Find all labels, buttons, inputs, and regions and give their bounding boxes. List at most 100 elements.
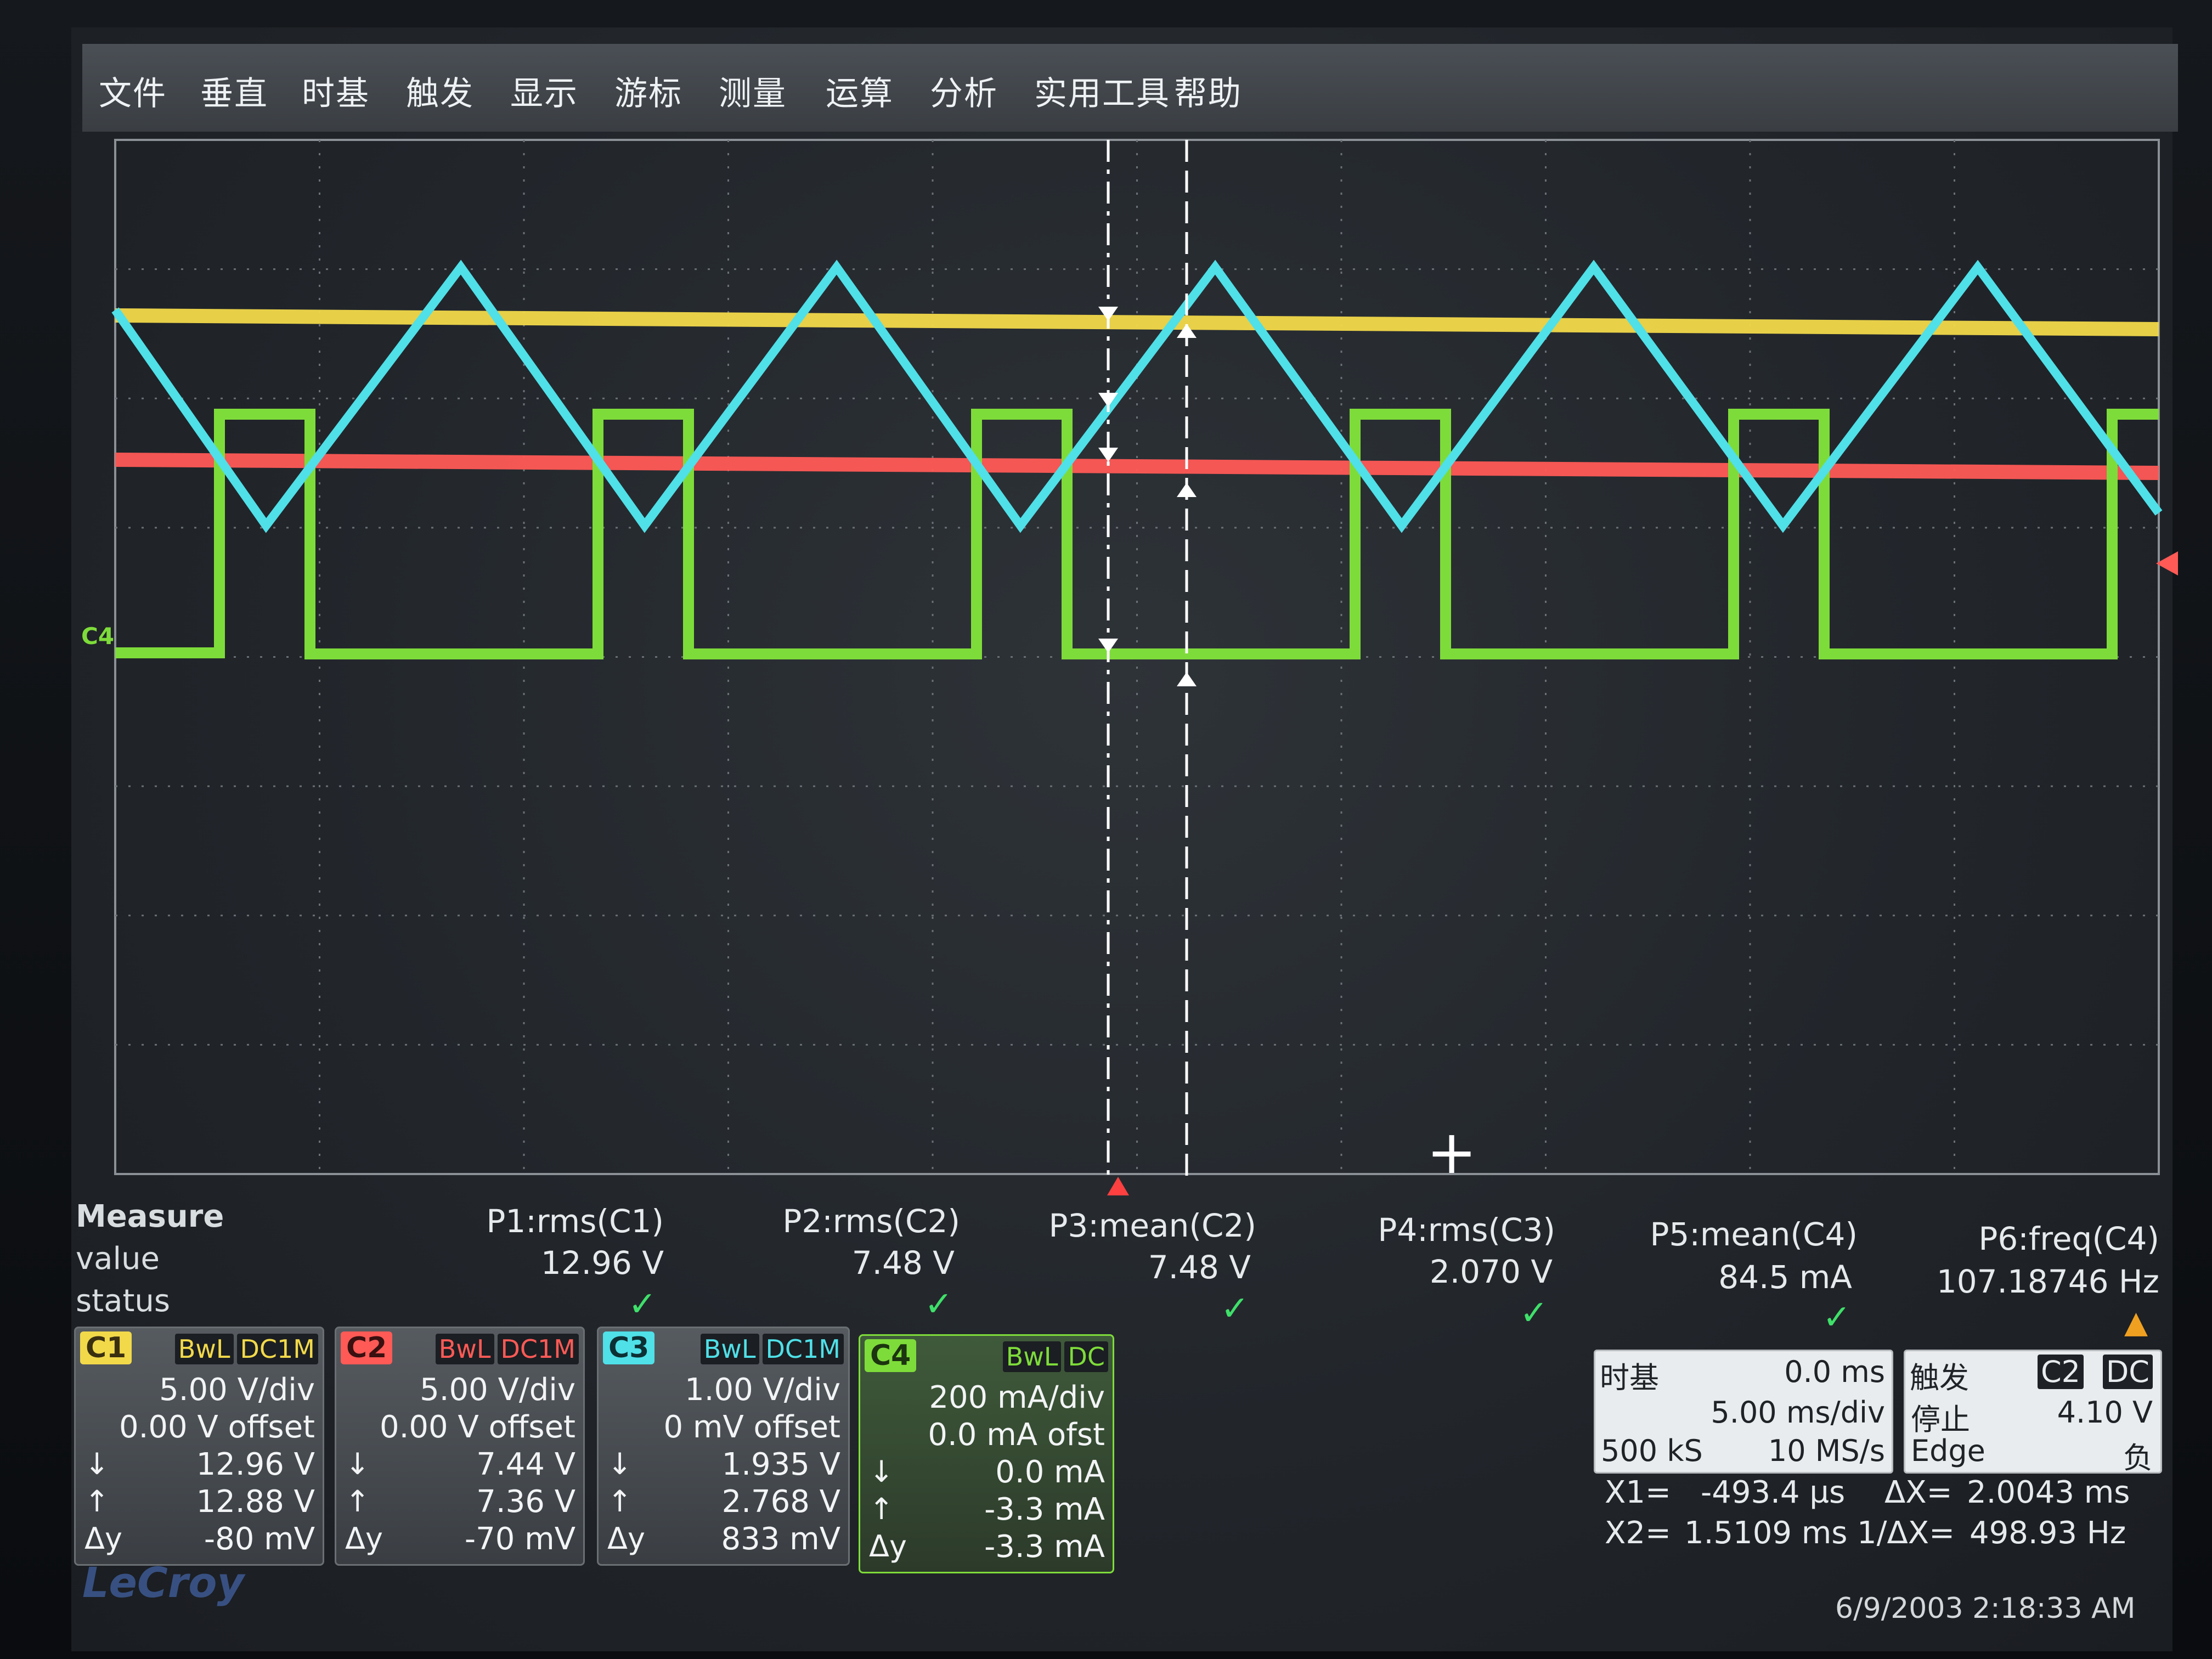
c1-cursor-down: 12.96 V [196, 1447, 315, 1482]
p5-name[interactable]: P5:mean(C4) [1650, 1216, 1858, 1253]
c2-scale: 5.00 V/div [420, 1372, 575, 1408]
cursor-x2-label: X2= [1605, 1515, 1671, 1551]
p1-name[interactable]: P1:rms(C1) [486, 1203, 664, 1240]
p6-name[interactable]: P6:freq(C4) [1978, 1220, 2159, 1257]
cursor-dx-label: ΔX= [1884, 1475, 1953, 1510]
timebase-rate: 10 MS/s [1768, 1434, 1885, 1468]
trigger-box[interactable]: 触发 C2 DC 停止 4.10 V Edge 负 [1904, 1350, 2162, 1475]
c4-cursor-down: 0.0 mA [995, 1454, 1105, 1490]
measure-title[interactable]: Measure [76, 1199, 224, 1234]
c1-offset: 0.00 V offset [119, 1409, 315, 1445]
c1-cursor-dy: -80 mV [204, 1521, 315, 1557]
timebase-samples: 500 kS [1601, 1434, 1703, 1468]
date-time: 6/9/2003 2:18:33 AM [1835, 1592, 2136, 1625]
c1-cursor-up: 12.88 V [196, 1484, 315, 1520]
trigger-level: 4.10 V [2057, 1395, 2153, 1430]
timebase-scale: 5.00 ms/div [1711, 1395, 1885, 1430]
trace-c2 [115, 453, 2159, 480]
c2-tag: C2 [341, 1331, 393, 1364]
c2-offset: 0.00 V offset [379, 1409, 575, 1445]
timebase-box[interactable]: 时基 0.0 ms 5.00 ms/div 500 kS 10 MS/s [1594, 1350, 1893, 1474]
c3-up-symbol: ↑ [607, 1484, 633, 1519]
c4-scale: 200 mA/div [929, 1380, 1105, 1415]
measure-value-label: value [76, 1241, 160, 1277]
c4-up-symbol: ↑ [869, 1492, 894, 1526]
c2-cursor-up: 7.36 V [476, 1484, 575, 1520]
c2-up-symbol: ↑ [345, 1484, 370, 1519]
p4-name[interactable]: P4:rms(C3) [1378, 1211, 1555, 1249]
c4-tag: C4 [865, 1339, 917, 1372]
timebase-title: 时基 [1600, 1361, 1659, 1395]
trace-c3 [111, 259, 2163, 533]
p1-value: 12.96 V [540, 1244, 664, 1282]
c2-cursor-dy: -70 mV [464, 1521, 575, 1557]
cursor-dx-value: 2.0043 ms [1967, 1475, 2130, 1510]
cursor-lines[interactable] [1098, 140, 1197, 1180]
c1-bw: BwL [174, 1334, 234, 1364]
c1-coupling: DC1M [236, 1334, 318, 1364]
crosshair-icon[interactable]: + [1426, 1122, 1477, 1182]
c2-level-marker [2156, 551, 2178, 575]
p4-ok-icon: ✓ [1520, 1293, 1548, 1333]
c4-dy-symbol: Δy [869, 1529, 907, 1564]
trigger-position-marker [1107, 1177, 1129, 1195]
c3-cursor-dy: 833 mV [721, 1521, 840, 1557]
trigger-source: C2 [2037, 1355, 2084, 1389]
c4-down-symbol: ↓ [869, 1454, 894, 1489]
c1-down-symbol: ↓ [84, 1447, 110, 1481]
c2-cursor-down: 7.44 V [476, 1447, 575, 1482]
channel-c1-box[interactable]: C1 BwL DC1M 5.00 V/div 0.00 V offset ↓ 12… [74, 1327, 324, 1566]
timebase-delay: 0.0 ms [1784, 1355, 1885, 1389]
p3-ok-icon: ✓ [1221, 1288, 1249, 1328]
p6-warning-icon: ▲ [2124, 1305, 2148, 1340]
cursor-inv-label: 1/ΔX= [1857, 1515, 1955, 1551]
p5-value: 84.5 mA [1718, 1259, 1852, 1296]
c2-dy-symbol: Δy [345, 1521, 383, 1556]
c2-coupling: DC1M [497, 1334, 579, 1364]
c3-tag: C3 [603, 1331, 655, 1364]
p2-name[interactable]: P2:rms(C2) [782, 1203, 960, 1240]
c4-cursor-up: -3.3 mA [984, 1492, 1105, 1527]
trigger-type: Edge [1911, 1434, 1985, 1468]
cursor-x2-value: 1.5109 ms [1684, 1515, 1848, 1551]
c1-tag: C1 [80, 1331, 132, 1364]
c4-bw: BwL [1002, 1341, 1062, 1372]
c3-coupling: DC1M [762, 1334, 844, 1364]
c4-cursor-dy: -3.3 mA [984, 1529, 1105, 1565]
trigger-coupling: DC [2102, 1355, 2153, 1389]
c3-down-symbol: ↓ [607, 1447, 633, 1481]
cursor-x1-value: -493.4 µs [1701, 1475, 1846, 1510]
c2-down-symbol: ↓ [345, 1447, 370, 1481]
p5-ok-icon: ✓ [1822, 1297, 1851, 1337]
c3-offset: 0 mV offset [663, 1409, 840, 1445]
cursor-arrow-icon [1177, 672, 1197, 686]
c3-cursor-down: 1.935 V [721, 1447, 840, 1482]
cursor-inv-value: 498.93 Hz [1970, 1515, 2126, 1551]
cursor-x1-label: X1= [1605, 1475, 1671, 1510]
p1-ok-icon: ✓ [628, 1284, 657, 1324]
trace-c4 [115, 409, 2159, 659]
c3-bw: BwL [700, 1334, 759, 1364]
c2-bw: BwL [435, 1334, 494, 1364]
c4-ground-marker: C4 [81, 623, 115, 650]
c4-coupling: DC [1064, 1341, 1108, 1372]
waveform-traces [111, 259, 2163, 659]
p2-ok-icon: ✓ [924, 1284, 953, 1324]
channel-c4-box[interactable]: C4 BwL DC 200 mA/div 0.0 mA ofst ↓ 0.0 mA… [859, 1334, 1114, 1573]
c4-offset: 0.0 mA ofst [928, 1417, 1105, 1453]
brand-logo: LeCroy [82, 1558, 244, 1607]
c1-up-symbol: ↑ [84, 1484, 110, 1519]
cursor-arrow-icon [1177, 483, 1197, 497]
c3-scale: 1.00 V/div [685, 1372, 840, 1408]
p2-value: 7.48 V [851, 1244, 955, 1282]
p3-name[interactable]: P3:mean(C2) [1048, 1207, 1256, 1244]
trigger-mode: 停止 [1911, 1402, 1970, 1437]
trigger-slope: 负 [2123, 1441, 2153, 1475]
trigger-title: 触发 [1910, 1361, 1969, 1395]
channel-c3-box[interactable]: C3 BwL DC1M 1.00 V/div 0 mV offset ↓ 1.93… [597, 1327, 850, 1566]
c1-dy-symbol: Δy [84, 1521, 122, 1556]
channel-c2-box[interactable]: C2 BwL DC1M 5.00 V/div 0.00 V offset ↓ 7.… [335, 1327, 585, 1566]
c3-dy-symbol: Δy [607, 1521, 645, 1556]
c3-cursor-up: 2.768 V [721, 1484, 840, 1520]
p6-value: 107.18746 Hz [1936, 1263, 2159, 1300]
